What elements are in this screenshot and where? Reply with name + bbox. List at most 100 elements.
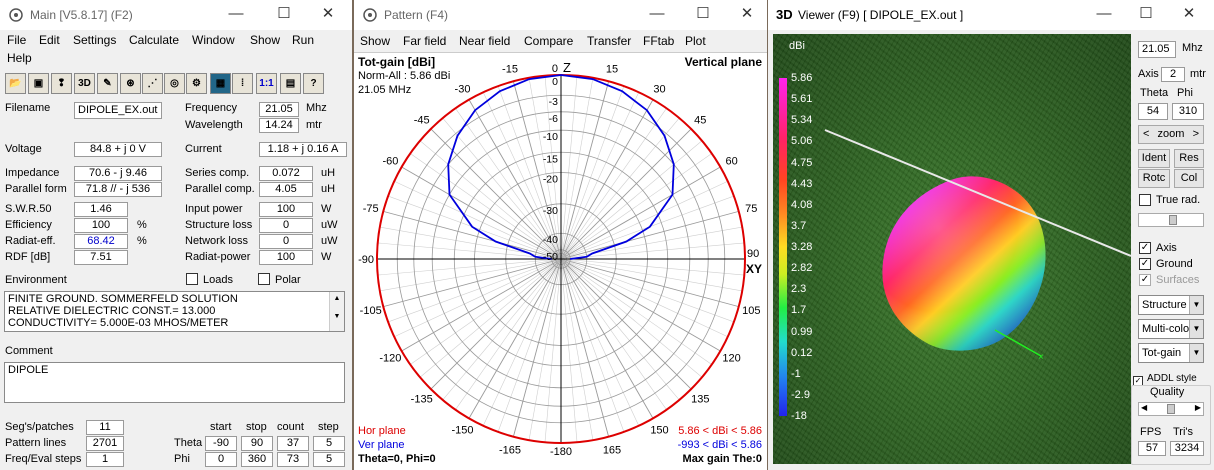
segments-icon[interactable]: ⋰	[142, 73, 163, 94]
book-icon[interactable]: ▤	[280, 73, 301, 94]
current-field[interactable]: 1.18 + j 0.16 A	[259, 142, 347, 157]
menu-file[interactable]: File	[7, 33, 26, 47]
maximize-icon[interactable]: ☐	[1136, 4, 1156, 24]
impedance-field[interactable]: 70.6 - j 9.46	[74, 166, 162, 181]
menu-run[interactable]: Run	[292, 33, 314, 47]
sweep-icon[interactable]: ⁞	[232, 73, 253, 94]
parallel-comp-field[interactable]: 4.05	[259, 182, 313, 197]
menu-fftab[interactable]: FFtab	[643, 34, 674, 48]
gain-dropdown[interactable]: Tot-gain ▼	[1138, 343, 1204, 363]
phi-step-field[interactable]: 5	[313, 452, 345, 467]
view-phi-field[interactable]: 310	[1172, 103, 1204, 120]
freq-eval-field[interactable]: 1	[86, 452, 124, 467]
maximize-icon[interactable]: ☐	[274, 4, 294, 24]
wavelength-field[interactable]: 14.24	[259, 118, 299, 133]
minimize-icon[interactable]: —	[226, 4, 246, 24]
voltage-field[interactable]: 84.8 + j 0 V	[74, 142, 162, 157]
ident-button[interactable]: Ident	[1138, 149, 1170, 168]
save-icon[interactable]: ▣	[28, 73, 49, 94]
edit-icon[interactable]: ✎	[97, 73, 118, 94]
rdf-field[interactable]: 7.51	[74, 250, 128, 265]
close-icon[interactable]: ✕	[1179, 4, 1199, 24]
rotc-button[interactable]: Rotc	[1138, 169, 1170, 188]
loads-checkbox[interactable]	[186, 273, 198, 285]
zoom-in-button[interactable]: >	[1193, 126, 1199, 143]
menu-compare[interactable]: Compare	[524, 34, 573, 48]
menu-far-field[interactable]: Far field	[403, 34, 446, 48]
slider-track[interactable]	[1138, 213, 1204, 227]
menu-help[interactable]: Help	[7, 51, 32, 65]
structure-dropdown[interactable]: Structure ▼	[1138, 295, 1204, 315]
menu-show[interactable]: Show	[360, 34, 390, 48]
antenna-icon[interactable]: ◎	[164, 73, 185, 94]
calculator-icon[interactable]: ▦	[210, 73, 231, 94]
structure-loss-field[interactable]: 0	[259, 218, 313, 233]
surfaces-checkbox[interactable]: ✓	[1139, 274, 1151, 286]
pattern-lines-field[interactable]: 2701	[86, 436, 124, 451]
geometry-icon[interactable]: ❢	[51, 73, 72, 94]
radiat-power-field[interactable]: 100	[259, 250, 313, 265]
segs-field[interactable]: 11	[86, 420, 124, 435]
series-comp-field[interactable]: 0.072	[259, 166, 313, 181]
swr-field[interactable]: 1.46	[74, 202, 128, 217]
chevron-right-icon[interactable]: ▶	[1195, 403, 1201, 412]
colormode-dropdown[interactable]: Multi-colo ▼	[1138, 319, 1204, 339]
filename-field[interactable]: DIPOLE_EX.out	[74, 102, 162, 119]
viewer-freq-field[interactable]: 21.05	[1138, 41, 1176, 58]
axis-field[interactable]: 2	[1161, 67, 1185, 82]
true-rad-checkbox[interactable]	[1139, 194, 1151, 206]
main-titlebar[interactable]: Main [V5.8.17] (F2) — ☐ ✕	[0, 0, 352, 30]
pattern-icon[interactable]: ⊛	[120, 73, 141, 94]
radiat-eff-field[interactable]: 68.42	[74, 234, 128, 249]
theta-count-field[interactable]: 37	[277, 436, 309, 451]
input-power-field[interactable]: 100	[259, 202, 313, 217]
menu-window[interactable]: Window	[192, 33, 235, 47]
chevron-left-icon[interactable]: ◀	[1141, 403, 1147, 412]
legend-hor-plane: Hor plane	[358, 425, 406, 437]
menu-calculate[interactable]: Calculate	[129, 33, 179, 47]
efficiency-field[interactable]: 100	[74, 218, 128, 233]
zoom-out-button[interactable]: <	[1143, 126, 1149, 143]
menu-transfer[interactable]: Transfer	[587, 34, 631, 48]
open-file-icon[interactable]: 📂	[5, 73, 26, 94]
ratio-icon[interactable]: 1:1	[256, 73, 277, 94]
parallel-form-field[interactable]: 71.8 // - j 536	[74, 182, 162, 197]
theta-step-field[interactable]: 5	[313, 436, 345, 451]
phi-stop-field[interactable]: 360	[241, 452, 273, 467]
phi-start-field[interactable]: 0	[205, 452, 237, 467]
frequency-field[interactable]: 21.05	[259, 102, 299, 117]
polar-checkbox[interactable]	[258, 273, 270, 285]
menu-settings[interactable]: Settings	[73, 33, 116, 47]
col-button[interactable]: Col	[1174, 169, 1204, 188]
viewer-titlebar[interactable]: 3D Viewer (F9) [ DIPOLE_EX.out ] — ☐ ✕	[768, 0, 1214, 30]
close-icon[interactable]: ✕	[318, 4, 338, 24]
menu-show[interactable]: Show	[250, 33, 280, 47]
menu-plot[interactable]: Plot	[685, 34, 706, 48]
theta-start-field[interactable]: -90	[205, 436, 237, 451]
comment-box[interactable]: DIPOLE	[4, 362, 345, 403]
minimize-icon[interactable]: —	[647, 4, 667, 24]
view-theta-field[interactable]: 54	[1138, 103, 1168, 120]
scrollbar[interactable]: ▲ ▼	[329, 292, 344, 331]
help-icon[interactable]: ?	[303, 73, 324, 94]
quality-slider[interactable]: ◀ ▶	[1138, 402, 1204, 416]
environment-box[interactable]: FINITE GROUND. SOMMERFELD SOLUTION RELAT…	[4, 291, 345, 332]
axis-checkbox[interactable]: ✓	[1139, 242, 1151, 254]
phi-count-field[interactable]: 73	[277, 452, 309, 467]
ground-icon[interactable]: ⚙	[186, 73, 207, 94]
ground-checkbox[interactable]: ✓	[1139, 258, 1151, 270]
menu-edit[interactable]: Edit	[39, 33, 60, 47]
3d-view-canvas[interactable]: × dBi 5.86 5.61 5.34 5.06 4.75 4.43 4.08 3.7 3.2…	[773, 34, 1131, 464]
res-button[interactable]: Res	[1174, 149, 1204, 168]
zoom-control[interactable]: < zoom >	[1138, 125, 1204, 144]
theta-stop-field[interactable]: 90	[241, 436, 273, 451]
minimize-icon[interactable]: —	[1094, 4, 1114, 24]
close-icon[interactable]: ✕	[737, 4, 757, 24]
3d-view-icon[interactable]: 3D	[74, 73, 95, 94]
menu-near-field[interactable]: Near field	[459, 34, 510, 48]
maximize-icon[interactable]: ☐	[693, 4, 713, 24]
slider-thumb[interactable]	[1169, 215, 1177, 225]
network-loss-field[interactable]: 0	[259, 234, 313, 249]
pattern-titlebar[interactable]: Pattern (F4) — ☐ ✕	[354, 0, 767, 30]
slider-thumb[interactable]	[1167, 404, 1175, 414]
